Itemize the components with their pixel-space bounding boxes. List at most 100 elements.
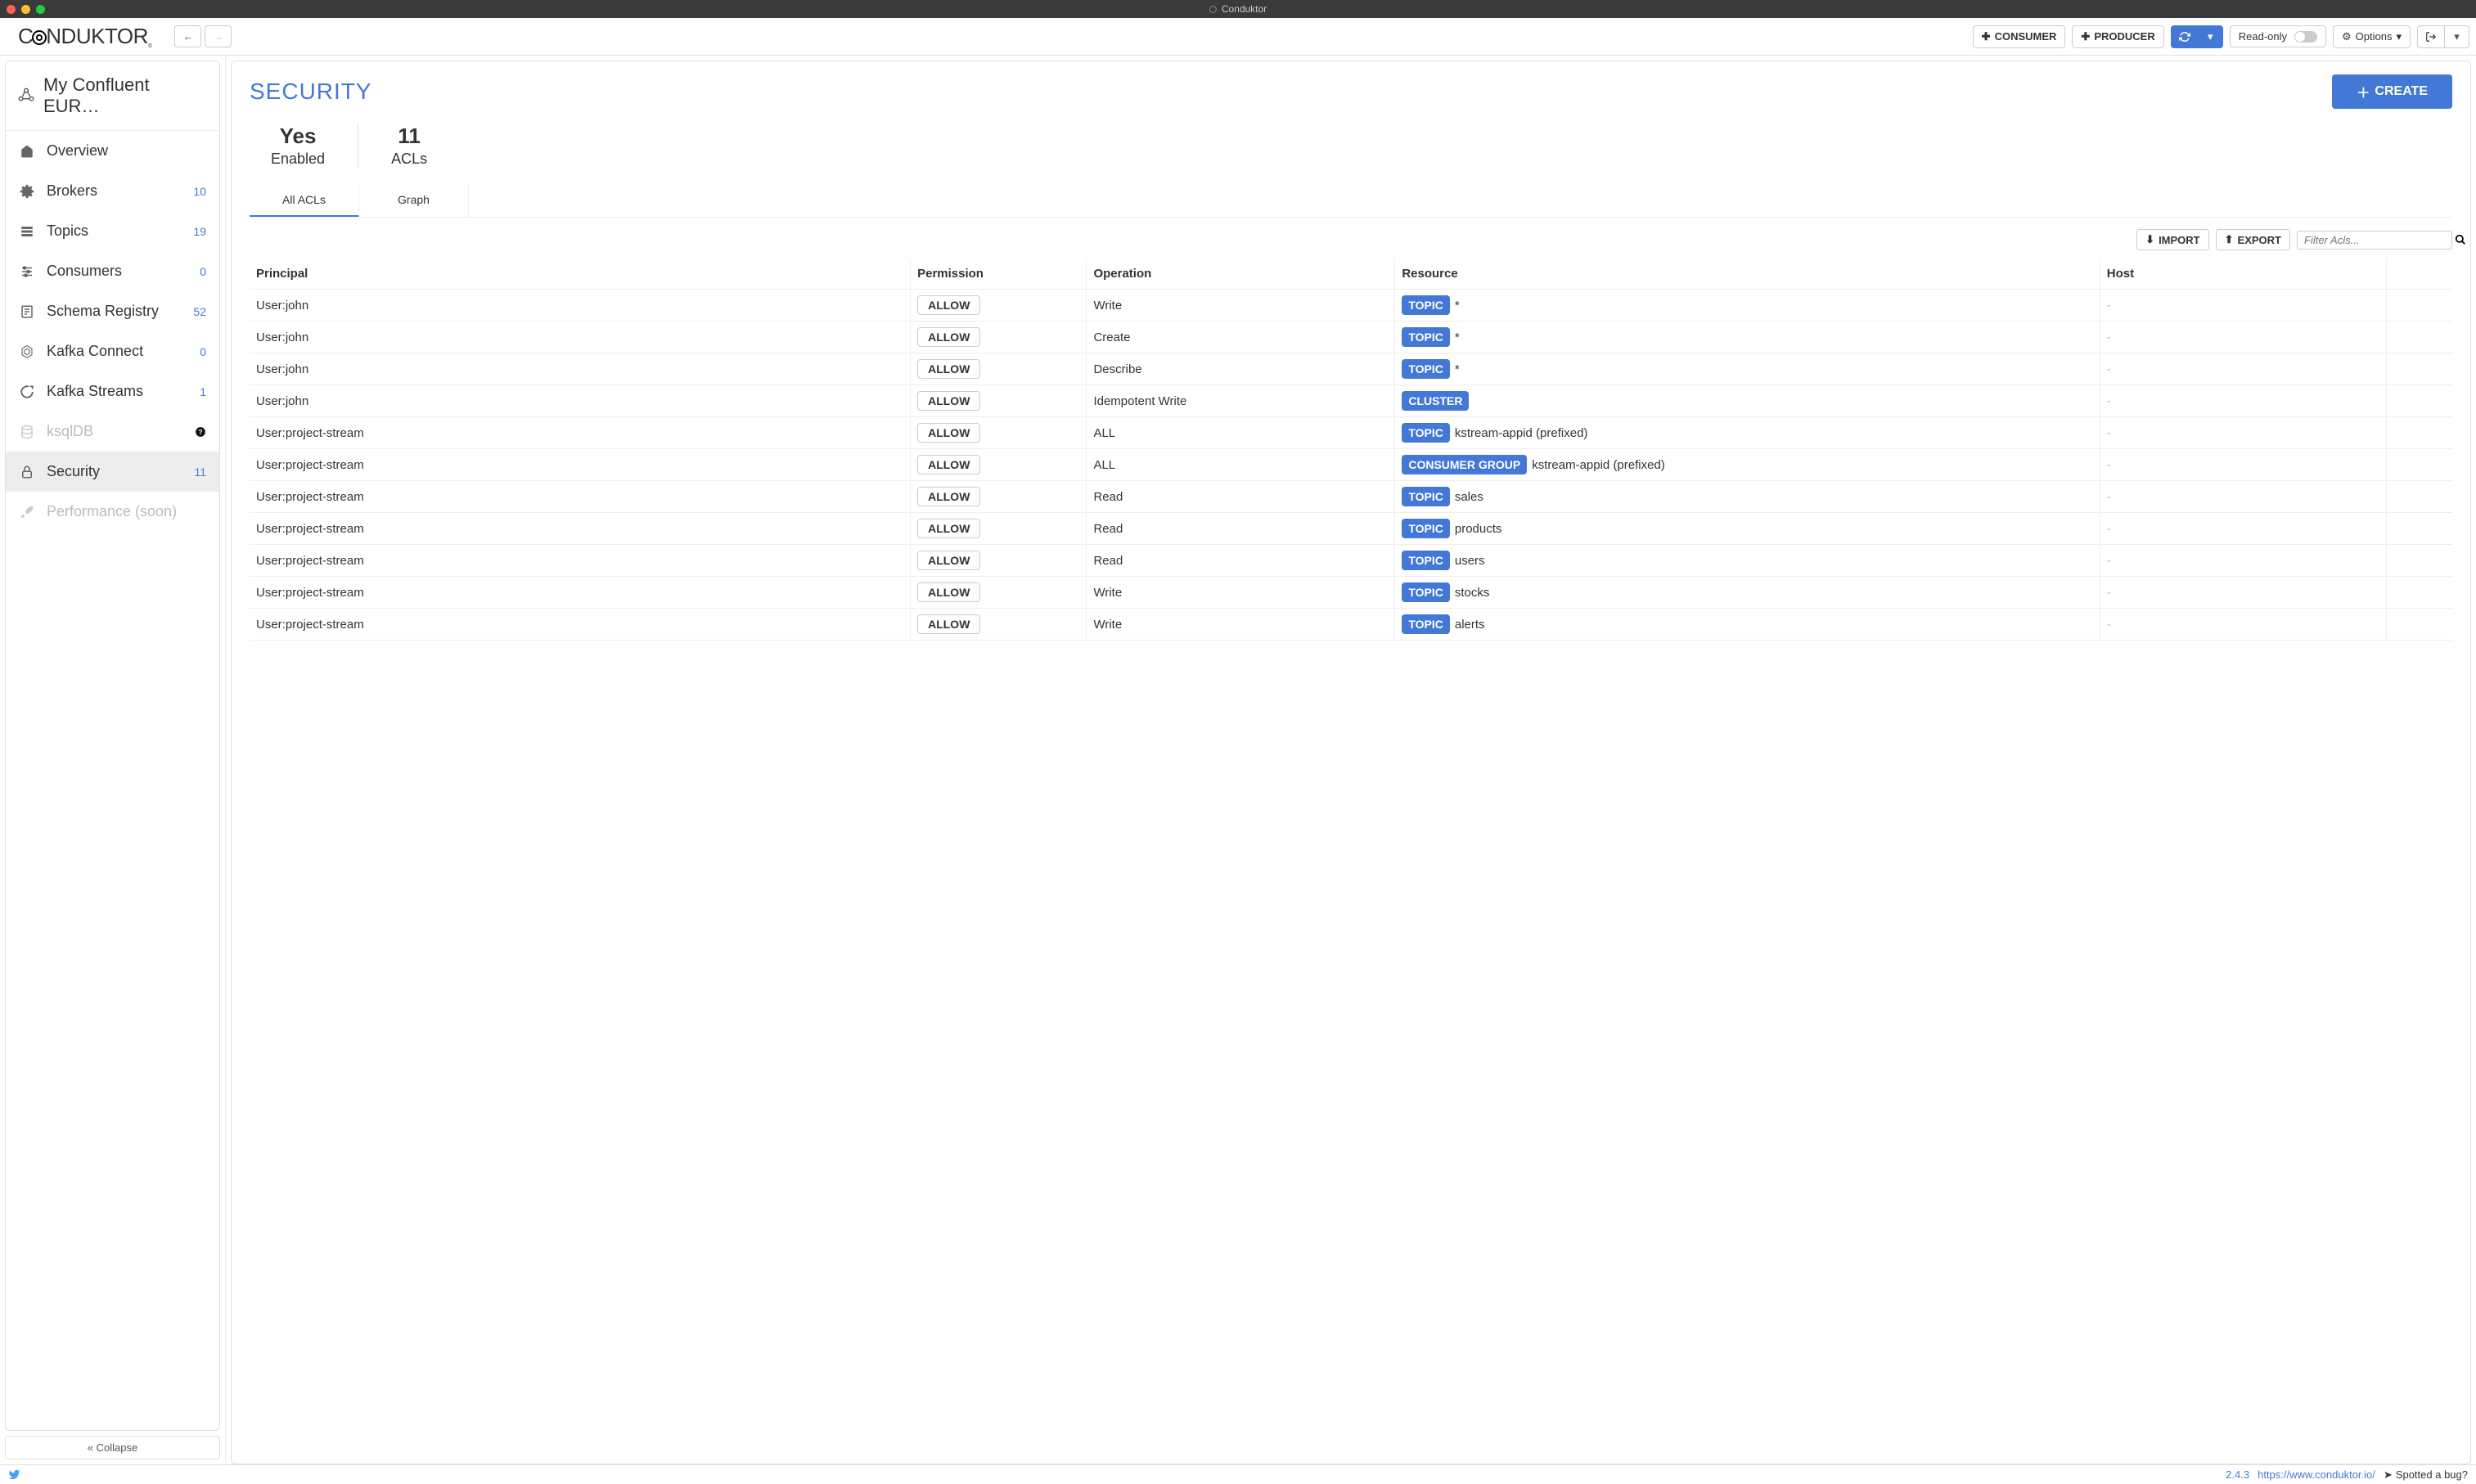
cluster-selector[interactable]: My Confluent EUR… bbox=[6, 61, 219, 131]
exit-button[interactable] bbox=[2417, 25, 2445, 48]
cell-resource: TOPIC sales bbox=[1395, 481, 2100, 513]
cell-permission: ALLOW bbox=[911, 481, 1087, 513]
window-zoom-icon[interactable] bbox=[36, 5, 45, 14]
website-link[interactable]: https://www.conduktor.io/ bbox=[2258, 1468, 2375, 1481]
cell-host: - bbox=[2100, 513, 2386, 545]
sidebar-item-kafka-streams[interactable]: Kafka Streams1 bbox=[6, 371, 219, 411]
sidebar-item-ksqldb[interactable]: ksqlDB? bbox=[6, 411, 219, 452]
sidebar-item-topics[interactable]: Topics19 bbox=[6, 211, 219, 251]
table-row[interactable]: User:project-streamALLOWReadTOPICproduct… bbox=[250, 513, 2452, 545]
cell-host: - bbox=[2100, 385, 2386, 417]
read-only-toggle[interactable]: Read-only bbox=[2230, 25, 2326, 47]
cell-principal: User:john bbox=[250, 353, 911, 385]
tab-all-acls[interactable]: All ACLs bbox=[250, 184, 359, 217]
cell-principal: User:project-stream bbox=[250, 417, 911, 449]
cell-principal: User:john bbox=[250, 385, 911, 417]
cluster-name: My Confluent EUR… bbox=[43, 74, 208, 117]
resource-name: kstream-appid (prefixed) bbox=[1532, 458, 1665, 472]
table-row[interactable]: User:project-streamALLOWReadTOPICsales- bbox=[250, 481, 2452, 513]
table-row[interactable]: User:project-streamALLOWReadTOPICusers- bbox=[250, 545, 2452, 577]
table-row[interactable]: User:johnALLOWDescribeTOPIC*- bbox=[250, 353, 2452, 385]
cell-action bbox=[2386, 353, 2452, 385]
col-operation[interactable]: Operation bbox=[1087, 259, 1395, 290]
cell-operation: Idempotent Write bbox=[1087, 385, 1395, 417]
filter-input[interactable] bbox=[2304, 234, 2450, 246]
window-close-icon[interactable] bbox=[7, 5, 16, 14]
table-row[interactable]: User:johnALLOWWriteTOPIC*- bbox=[250, 290, 2452, 322]
table-row[interactable]: User:project-streamALLOWWriteTOPICstocks… bbox=[250, 577, 2452, 609]
sidebar-item-overview[interactable]: Overview bbox=[6, 131, 219, 171]
window-minimize-icon[interactable] bbox=[21, 5, 30, 14]
export-button[interactable]: ⬆EXPORT bbox=[2216, 229, 2290, 250]
options-button[interactable]: ⚙Options▾ bbox=[2333, 25, 2411, 48]
tab-graph[interactable]: Graph bbox=[359, 184, 469, 217]
chevron-down-icon: ▾ bbox=[2396, 30, 2402, 43]
performance-soon--icon bbox=[19, 505, 35, 519]
cell-principal: User:john bbox=[250, 322, 911, 353]
sidebar-item-brokers[interactable]: Brokers10 bbox=[6, 171, 219, 211]
bug-link[interactable]: ➤Spotted a bug? bbox=[2384, 1468, 2468, 1482]
permission-badge: ALLOW bbox=[917, 295, 980, 315]
sidebar-item-kafka-connect[interactable]: Kafka Connect0 bbox=[6, 331, 219, 371]
footer: 2.4.3 https://www.conduktor.io/ ➤Spotted… bbox=[0, 1464, 2476, 1484]
collapse-button[interactable]: « Collapse bbox=[5, 1436, 220, 1459]
cell-permission: ALLOW bbox=[911, 385, 1087, 417]
resource-name: * bbox=[1455, 362, 1460, 376]
cell-operation: Describe bbox=[1087, 353, 1395, 385]
cell-action bbox=[2386, 545, 2452, 577]
resource-type-badge: CLUSTER bbox=[1402, 391, 1469, 411]
sidebar-item-security[interactable]: Security11 bbox=[6, 452, 219, 492]
cell-permission: ALLOW bbox=[911, 609, 1087, 641]
refresh-button[interactable] bbox=[2171, 25, 2199, 48]
resource-name: kstream-appid (prefixed) bbox=[1455, 426, 1588, 440]
window-title: Conduktor bbox=[1222, 3, 1267, 15]
titlebar: Conduktor bbox=[0, 0, 2476, 18]
resource-name: sales bbox=[1455, 490, 1483, 504]
resource-type-badge: TOPIC bbox=[1402, 551, 1450, 570]
exit-dropdown-button[interactable]: ▾ bbox=[2445, 25, 2469, 48]
twitter-icon[interactable] bbox=[8, 1468, 20, 1481]
cell-principal: User:project-stream bbox=[250, 513, 911, 545]
producer-button[interactable]: ✚PRODUCER bbox=[2072, 25, 2163, 48]
filter-input-wrap[interactable] bbox=[2297, 231, 2452, 250]
create-button[interactable]: ＋CREATE bbox=[2332, 74, 2452, 109]
table-row[interactable]: User:johnALLOWCreateTOPIC*- bbox=[250, 322, 2452, 353]
sidebar-item-schema-registry[interactable]: Schema Registry52 bbox=[6, 291, 219, 331]
import-button[interactable]: ⬇IMPORT bbox=[2136, 229, 2208, 250]
brokers-icon bbox=[19, 184, 35, 199]
sidebar-item-badge: 19 bbox=[193, 225, 206, 238]
cell-operation: Write bbox=[1087, 290, 1395, 322]
resource-name: products bbox=[1455, 522, 1502, 536]
security-icon bbox=[19, 465, 35, 479]
col-permission[interactable]: Permission bbox=[911, 259, 1087, 290]
col-principal[interactable]: Principal bbox=[250, 259, 911, 290]
cell-operation: Read bbox=[1087, 513, 1395, 545]
cell-action bbox=[2386, 385, 2452, 417]
version-label: 2.4.3 bbox=[2226, 1468, 2249, 1481]
plus-circle-icon: ✚ bbox=[2081, 30, 2090, 43]
consumer-button[interactable]: ✚CONSUMER bbox=[1973, 25, 2066, 48]
cell-permission: ALLOW bbox=[911, 322, 1087, 353]
col-host[interactable]: Host bbox=[2100, 259, 2386, 290]
nav-forward-button[interactable]: → bbox=[205, 25, 232, 47]
table-row[interactable]: User:project-streamALLOWWriteTOPICalerts… bbox=[250, 609, 2452, 641]
table-row[interactable]: User:project-streamALLOWALLTOPICkstream-… bbox=[250, 417, 2452, 449]
cell-resource: TOPICstocks bbox=[1395, 577, 2100, 609]
sidebar-item-label: Overview bbox=[47, 142, 108, 160]
nav-back-button[interactable]: ← bbox=[174, 25, 201, 47]
send-icon: ➤ bbox=[2384, 1468, 2393, 1482]
col-resource[interactable]: Resource bbox=[1395, 259, 2100, 290]
table-row[interactable]: User:johnALLOWIdempotent Write CLUSTER - bbox=[250, 385, 2452, 417]
resource-type-badge: TOPIC bbox=[1402, 487, 1450, 506]
plus-icon: ＋ bbox=[2357, 82, 2370, 101]
sidebar-item-consumers[interactable]: Consumers0 bbox=[6, 251, 219, 291]
resource-name: * bbox=[1455, 299, 1460, 313]
table-row[interactable]: User:project-streamALLOWALLCONSUMER GROU… bbox=[250, 449, 2452, 481]
sidebar-item-label: Consumers bbox=[47, 263, 122, 280]
refresh-dropdown-button[interactable]: ▾ bbox=[2199, 25, 2223, 48]
sidebar-item-label: Performance (soon) bbox=[47, 503, 177, 520]
cell-action bbox=[2386, 449, 2452, 481]
cell-action bbox=[2386, 417, 2452, 449]
cell-action bbox=[2386, 513, 2452, 545]
sidebar-item-performance-soon-: Performance (soon) bbox=[6, 492, 219, 532]
